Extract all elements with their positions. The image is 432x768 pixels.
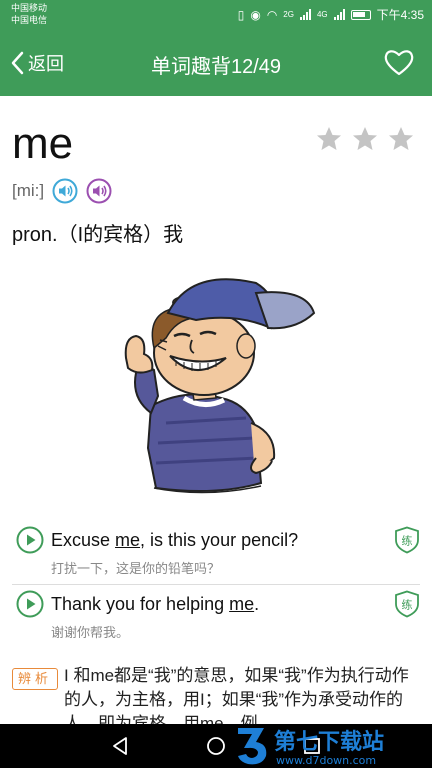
highlighted-word: me — [115, 530, 141, 550]
watermark-title: 第七下载站 — [274, 729, 384, 755]
play-icon[interactable] — [16, 590, 44, 618]
heart-outline-icon[interactable] — [384, 48, 414, 76]
carrier-1: 中国移动 — [11, 3, 48, 13]
status-bar: 中国移动 中国电信 ▯ ◉ ◠ 2G 4G 下午4:35 — [0, 0, 432, 30]
phonetic-row: [mi:] — [12, 178, 112, 204]
vibrate-icon: ▯ — [237, 7, 245, 22]
practice-label: 练 — [402, 534, 413, 548]
play-icon[interactable] — [16, 526, 44, 554]
triangle-back-icon[interactable] — [110, 736, 130, 756]
star-icon[interactable] — [352, 126, 378, 152]
example-chinese: 打扰一下，这是你的铅笔吗？ — [51, 561, 221, 576]
signal-label-4g: 4G — [316, 10, 328, 19]
practice-shield-button[interactable]: 练 — [394, 590, 420, 618]
carrier-2: 中国电信 — [11, 15, 48, 25]
phonetic-text: [mi:] — [12, 181, 45, 200]
example-chinese: 谢谢你帮我。 — [51, 625, 130, 640]
star-icon[interactable] — [388, 126, 414, 152]
example-sentence: Excuse me, is this your pencil? 打扰一下，这是你… — [12, 522, 420, 582]
watermark-url: www.d7down.com — [276, 754, 376, 767]
status-icons: ▯ ◉ ◠ 2G 4G 下午4:35 — [238, 6, 424, 23]
battery-icon — [350, 9, 371, 20]
word-definition: pron.（I的宾格）我 — [12, 224, 184, 246]
word-title: me — [12, 119, 74, 168]
cartoon-boy-illustration — [124, 278, 316, 494]
example-english: Excuse me, is this your pencil? — [51, 530, 298, 551]
example-text: Thank you for helping — [51, 594, 230, 614]
circle-home-icon[interactable] — [206, 736, 226, 756]
site-watermark-logo: 第七下载站 www.d7down.com — [238, 728, 384, 767]
header-bar: 返回 单词趣背12/49 — [0, 30, 432, 96]
status-time: 下午4:35 — [376, 8, 424, 22]
signal-icon — [299, 9, 311, 20]
eye-icon: ◉ — [250, 7, 261, 22]
example-text: . — [254, 594, 260, 614]
rating-stars[interactable] — [316, 126, 414, 152]
practice-shield-button[interactable]: 练 — [394, 526, 420, 554]
star-icon[interactable] — [316, 126, 342, 152]
speaker-uk-icon[interactable] — [52, 178, 78, 204]
example-text: , is this your pencil? — [140, 530, 299, 550]
practice-label: 练 — [402, 598, 413, 612]
analysis-badge: 辨析 — [12, 668, 58, 690]
speaker-us-icon[interactable] — [86, 178, 112, 204]
divider — [12, 584, 420, 585]
example-english: Thank you for helping me. — [51, 594, 259, 615]
example-sentence: Thank you for helping me. 谢谢你帮我。 练 — [12, 586, 420, 646]
page-title: 单词趣背12/49 — [150, 56, 282, 78]
highlighted-word: me — [229, 594, 255, 614]
signal-label-2g: 2G — [283, 10, 294, 19]
wifi-icon: ◠ — [266, 7, 278, 22]
example-text: Excuse — [51, 530, 116, 550]
signal-icon-2 — [333, 9, 345, 20]
